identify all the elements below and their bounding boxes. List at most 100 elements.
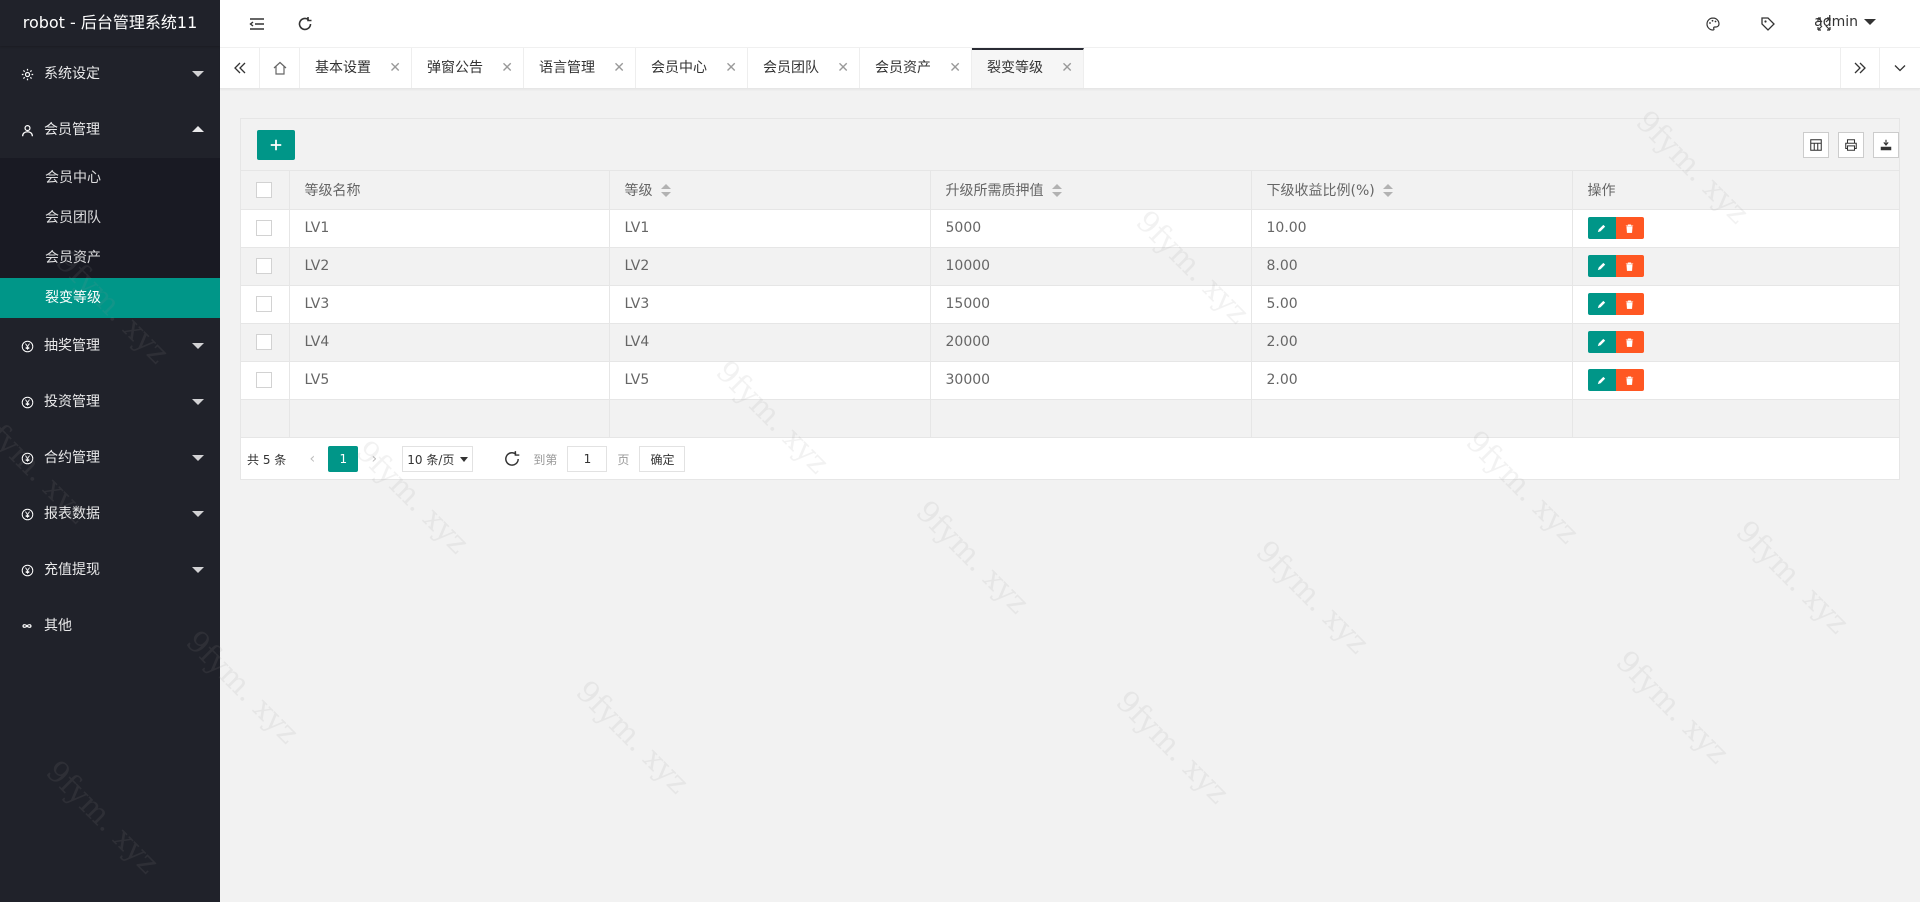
delete-button[interactable] (1615, 293, 1644, 315)
delete-button[interactable] (1615, 217, 1644, 239)
close-icon[interactable]: ✕ (725, 48, 737, 88)
row-checkbox[interactable] (256, 258, 272, 274)
export-button[interactable] (1873, 132, 1899, 158)
row-checkbox[interactable] (256, 220, 272, 236)
tab-member-center[interactable]: 会员中心 ✕ (636, 48, 748, 88)
tab-member-team[interactable]: 会员团队 ✕ (748, 48, 860, 88)
edit-button[interactable] (1587, 217, 1616, 239)
level-table: 等级名称 等级 升级所需质押值 下级收益比例(%) 操作 LV1 LV1 500… (241, 171, 1900, 438)
add-button[interactable] (257, 130, 295, 160)
tab-fission-level[interactable]: 裂变等级 ✕ (972, 48, 1084, 88)
sidebar-item-reports[interactable]: 报表数据 (0, 486, 220, 542)
column-header[interactable]: 等级 (609, 171, 931, 210)
delete-button[interactable] (1615, 255, 1644, 277)
sidebar-item-contract[interactable]: 合约管理 (0, 430, 220, 486)
empty-cell (1251, 399, 1573, 438)
cell-ratio: 10.00 (1251, 209, 1573, 248)
prev-page-icon[interactable]: ‹ (302, 451, 322, 467)
page-size-select[interactable]: 10 条/页 (402, 446, 474, 472)
tab-scroll-left-button[interactable] (220, 48, 260, 88)
chevron-down-icon (1894, 65, 1906, 72)
close-icon[interactable]: ✕ (1061, 50, 1073, 86)
sidebar-item-system[interactable]: 系统设定 (0, 46, 220, 102)
theme-palette-icon[interactable] (1701, 12, 1725, 36)
columns-filter-button[interactable] (1803, 132, 1829, 158)
yen-icon (20, 507, 34, 521)
column-header[interactable]: 升级所需质押值 (930, 171, 1252, 210)
close-icon[interactable]: ✕ (389, 48, 401, 88)
row-checkbox[interactable] (256, 334, 272, 350)
goto-page-input[interactable]: 1 (567, 446, 608, 472)
pencil-icon (1597, 262, 1606, 270)
select-cell (241, 285, 290, 324)
tab-popup-notice[interactable]: 弹窗公告 ✕ (412, 48, 524, 88)
sidebar-item-investment[interactable]: 投资管理 (0, 374, 220, 430)
print-icon (1845, 139, 1857, 151)
tab-basic-settings[interactable]: 基本设置 ✕ (300, 48, 412, 88)
trash-icon (1625, 262, 1634, 271)
close-icon[interactable]: ✕ (837, 48, 849, 88)
sort-icon[interactable] (1051, 183, 1062, 198)
select-all-checkbox[interactable] (256, 181, 272, 198)
tab-language[interactable]: 语言管理 ✕ (524, 48, 636, 88)
sidebar-item-members[interactable]: 会员管理 (0, 102, 220, 158)
user-icon (20, 123, 34, 137)
print-button[interactable] (1838, 132, 1864, 158)
close-icon[interactable]: ✕ (613, 48, 625, 88)
sidebar-item-fission-level[interactable]: 裂变等级 (0, 278, 220, 318)
column-header[interactable]: 下级收益比例(%) (1251, 171, 1573, 210)
watermark: 9fym. xyz (568, 674, 696, 801)
tab-scroll-right-button[interactable] (1840, 48, 1880, 88)
tag-icon[interactable] (1756, 12, 1780, 36)
plus-icon (270, 139, 282, 151)
sidebar-item-member-team[interactable]: 会员团队 (0, 198, 220, 238)
goto-confirm-button[interactable]: 确定 (639, 446, 686, 472)
tab-label: 会员中心 (651, 60, 707, 76)
row-checkbox[interactable] (256, 372, 272, 388)
cell-level: LV4 (609, 323, 931, 362)
sort-icon[interactable] (660, 183, 671, 198)
chevron-down-icon (192, 511, 204, 517)
yen-icon (20, 451, 34, 465)
edit-button[interactable] (1587, 293, 1616, 315)
column-label: 等级 (624, 182, 653, 199)
current-page-button[interactable]: 1 (328, 446, 359, 472)
edit-button[interactable] (1587, 331, 1616, 353)
sort-icon[interactable] (1382, 183, 1393, 198)
sidebar-item-member-center[interactable]: 会员中心 (0, 158, 220, 198)
column-label: 升级所需质押值 (945, 182, 1044, 199)
sidebar-item-member-assets[interactable]: 会员资产 (0, 238, 220, 278)
edit-button[interactable] (1587, 255, 1616, 277)
empty-cell (289, 399, 610, 438)
menu-fold-icon[interactable] (245, 12, 269, 36)
close-icon[interactable]: ✕ (949, 48, 961, 88)
user-menu[interactable]: admin (1814, 14, 1876, 30)
delete-button[interactable] (1615, 369, 1644, 391)
pencil-icon (1597, 376, 1606, 384)
chevron-down-icon (192, 455, 204, 461)
delete-button[interactable] (1615, 331, 1644, 353)
chevron-down-icon (192, 399, 204, 405)
sidebar-item-other[interactable]: 其他 (0, 598, 220, 654)
edit-button[interactable] (1587, 369, 1616, 391)
tab-member-assets[interactable]: 会员资产 ✕ (860, 48, 972, 88)
column-header: 操作 (1572, 171, 1900, 210)
table-row: LV2 LV2 10000 8.00 (241, 247, 1900, 286)
next-page-icon[interactable]: › (364, 451, 384, 467)
column-label: 操作 (1587, 182, 1616, 199)
tab-home[interactable] (260, 48, 300, 88)
cell-actions (1572, 361, 1900, 400)
sidebar-item-deposit-withdraw[interactable]: 充值提现 (0, 542, 220, 598)
columns-icon (1810, 139, 1822, 151)
close-icon[interactable]: ✕ (501, 48, 513, 88)
cell-ratio: 8.00 (1251, 247, 1573, 286)
row-checkbox[interactable] (256, 296, 272, 312)
chevron-down-icon (1864, 19, 1876, 25)
refresh-icon[interactable] (293, 12, 317, 36)
select-cell (241, 323, 290, 362)
tab-label: 裂变等级 (987, 60, 1043, 76)
tab-options-button[interactable] (1880, 48, 1920, 88)
sidebar-item-lottery[interactable]: 抽奖管理 (0, 318, 220, 374)
empty-cell (241, 399, 290, 438)
refresh-icon[interactable] (503, 450, 521, 468)
